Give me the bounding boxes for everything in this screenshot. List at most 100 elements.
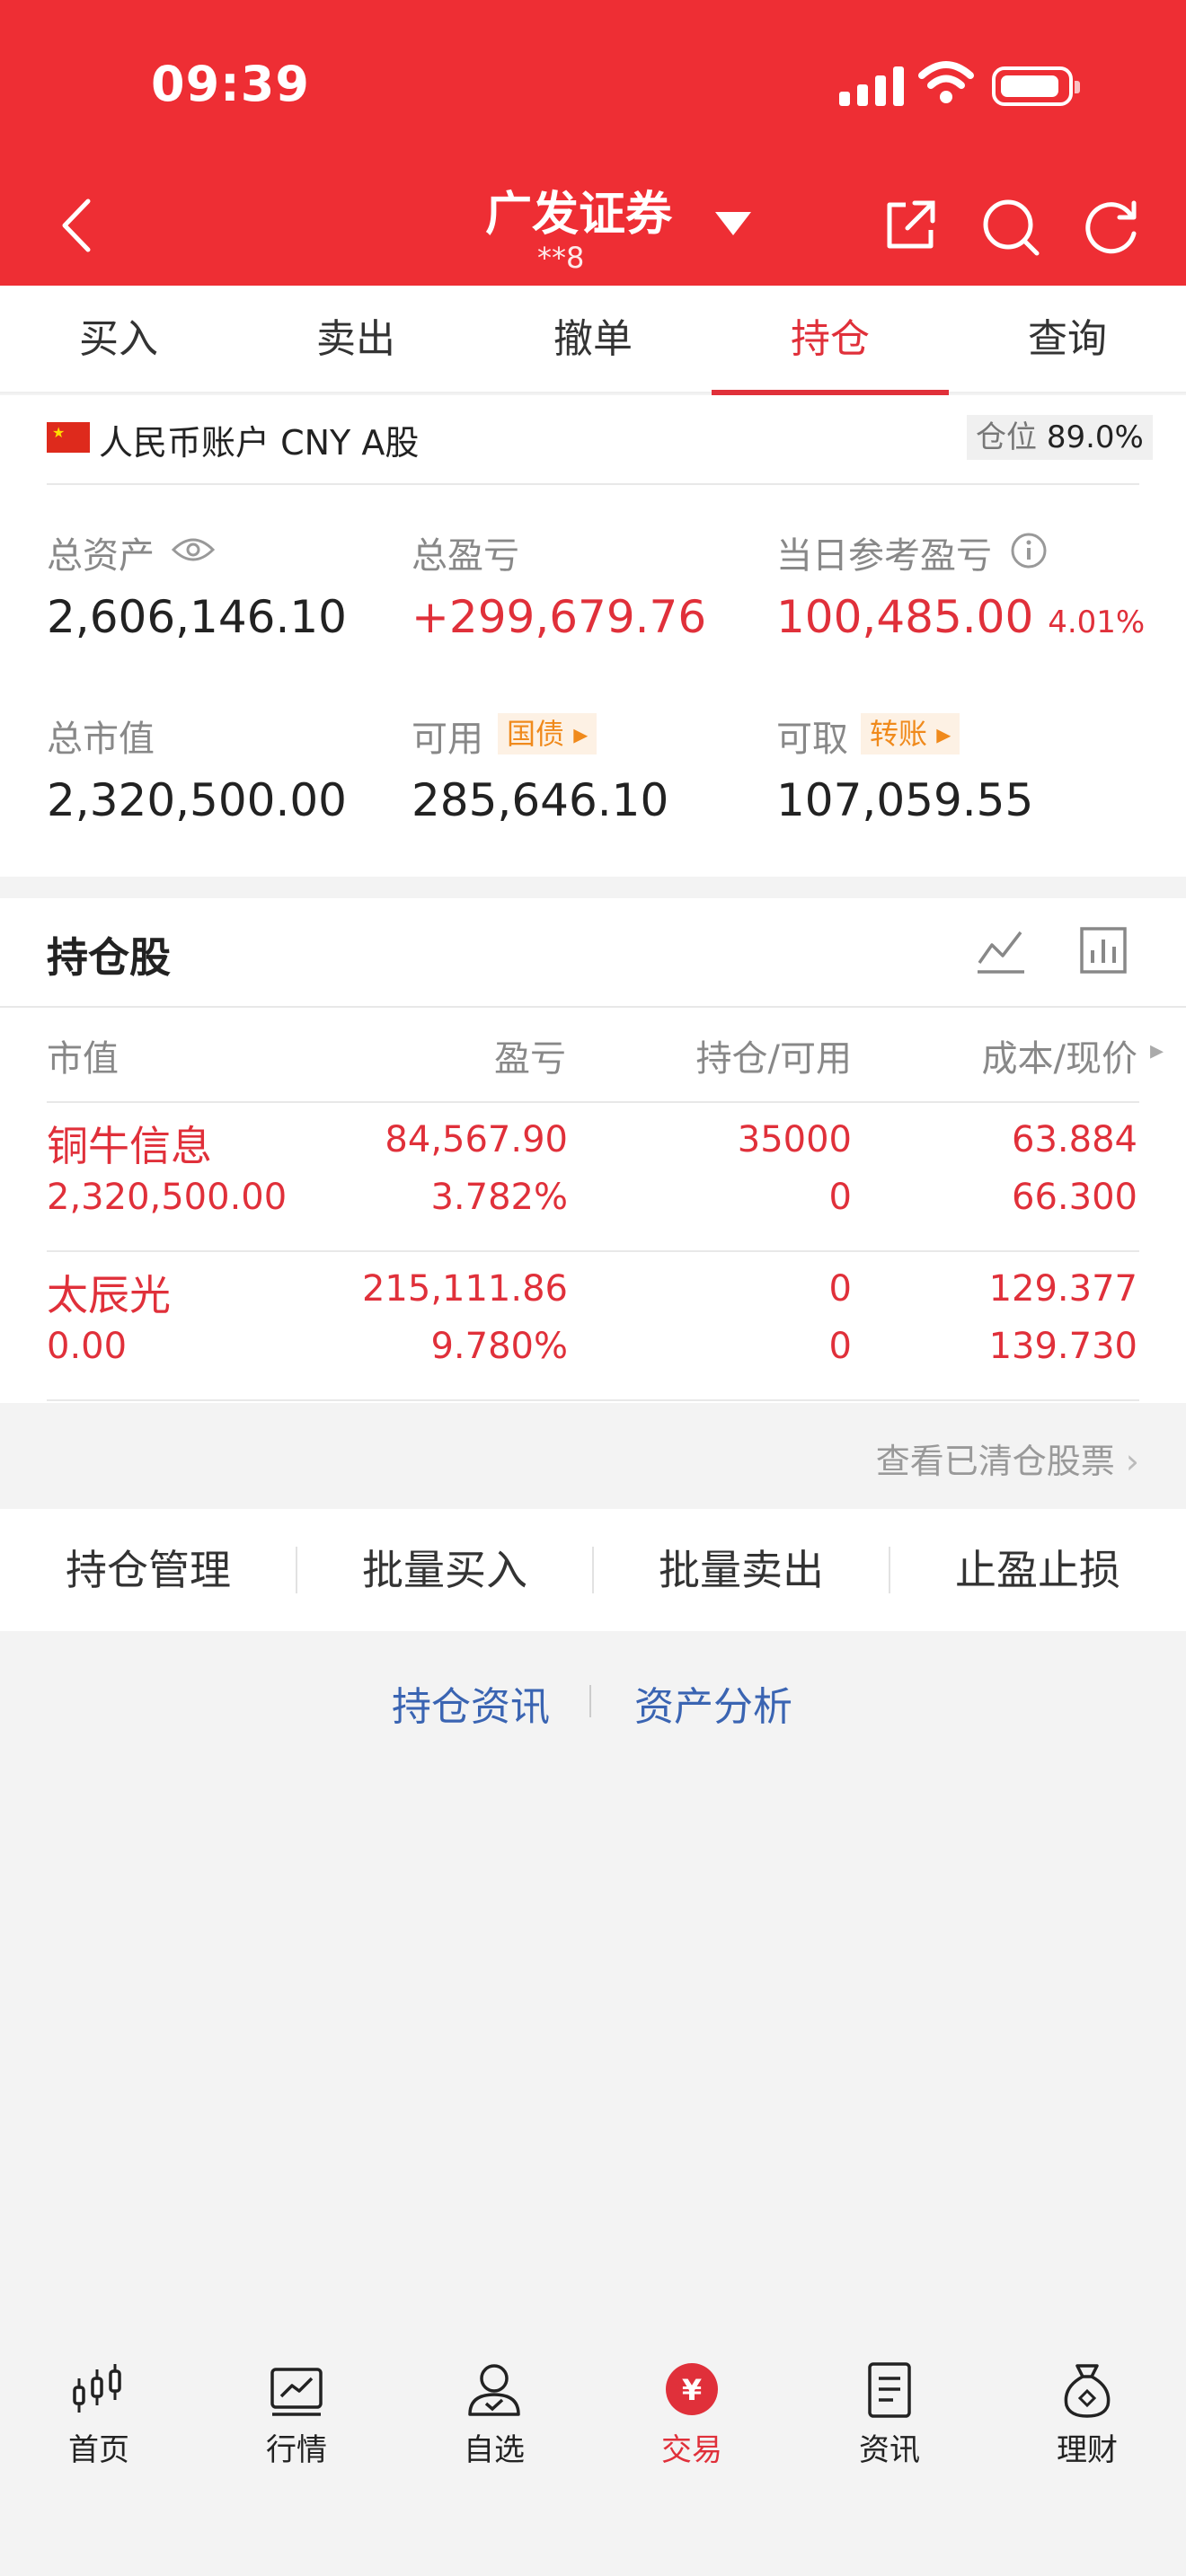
trade-tabs: 买入 卖出 撤单 持仓 查询 xyxy=(0,286,1186,395)
account-number: **8 xyxy=(537,241,585,275)
account-label[interactable]: 人民币账户 CNY A股 xyxy=(99,415,419,464)
position-ratio-badge: 仓位 89.0% xyxy=(967,415,1153,460)
tab-query[interactable]: 查询 xyxy=(949,286,1186,393)
eye-icon[interactable] xyxy=(171,535,216,564)
stock-available: 0 xyxy=(828,1177,852,1218)
yuan-coin-icon: ¥ xyxy=(666,2363,718,2415)
nav-wealth[interactable]: 理财 xyxy=(988,2360,1186,2469)
position-ratio-label: 仓位 xyxy=(976,419,1037,455)
stock-price: 139.730 xyxy=(988,1326,1137,1367)
candlestick-icon xyxy=(73,2364,121,2413)
market-value-value: 2,320,500.00 xyxy=(47,774,347,826)
nav-market[interactable]: 行情 xyxy=(198,2360,395,2469)
stock-cost: 129.377 xyxy=(988,1268,1137,1310)
batch-buy-button[interactable]: 批量买入 xyxy=(296,1509,593,1631)
triangle-right-icon[interactable]: ▸ xyxy=(1150,1035,1164,1066)
total-assets-label: 总资产 xyxy=(47,535,155,577)
asset-analysis-link[interactable]: 资产分析 xyxy=(634,1674,792,1732)
search-icon[interactable] xyxy=(981,198,1040,257)
available-label: 可用 xyxy=(412,719,483,760)
column-header-cost-price[interactable]: 成本/现价 xyxy=(863,1029,1137,1081)
tab-positions-label: 持仓 xyxy=(791,316,870,362)
stock-market-value: 2,320,500.00 xyxy=(47,1177,288,1218)
document-icon xyxy=(868,2362,911,2418)
divider xyxy=(0,1006,1186,1008)
divider xyxy=(47,1101,1139,1103)
nav-news[interactable]: 资讯 xyxy=(791,2360,988,2469)
transfer-tag[interactable]: 转账 ▸ xyxy=(861,713,960,754)
treasury-bond-tag[interactable]: 国债 ▸ xyxy=(498,713,597,754)
view-cleared-stocks-link[interactable]: 查看已清仓股票 › xyxy=(876,1434,1139,1483)
divider xyxy=(589,1685,591,1717)
svg-text:¥: ¥ xyxy=(682,2373,702,2407)
daily-pnl-amount: 100,485.00 xyxy=(776,591,1034,643)
share-icon[interactable] xyxy=(882,198,938,253)
status-time: 09:39 xyxy=(151,56,310,112)
stock-pnl-percent: 3.782% xyxy=(430,1177,568,1218)
china-flag-icon: ★ xyxy=(47,422,90,453)
position-ratio-value: 89.0% xyxy=(1046,419,1144,455)
tab-cancel-order[interactable]: 撤单 xyxy=(474,286,712,393)
total-assets-value: 2,606,146.10 xyxy=(47,591,347,643)
column-header-position: 持仓/可用 xyxy=(695,1038,852,1080)
withdrawable-value: 107,059.55 xyxy=(776,774,1034,826)
tab-sell[interactable]: 卖出 xyxy=(237,286,474,393)
column-header-pnl: 盈亏 xyxy=(494,1038,566,1080)
nav-home-label: 首页 xyxy=(68,2432,129,2468)
user-check-icon xyxy=(468,2364,520,2416)
stock-cost: 63.884 xyxy=(1012,1119,1137,1160)
stock-market-value: 0.00 xyxy=(47,1326,128,1367)
refresh-icon[interactable] xyxy=(1084,198,1141,255)
column-header-market-value: 市值 xyxy=(47,1038,119,1080)
account-dropdown-icon[interactable] xyxy=(715,212,751,235)
transfer-tag-label: 转账 xyxy=(870,717,928,751)
treasury-bond-tag-label: 国债 xyxy=(507,717,565,751)
tab-buy[interactable]: 买入 xyxy=(0,286,237,393)
money-bag-icon xyxy=(1064,2364,1111,2418)
nav-wealth-label: 理财 xyxy=(1057,2432,1118,2468)
stock-pnl-percent: 9.780% xyxy=(430,1326,568,1367)
stock-price: 66.300 xyxy=(1012,1177,1137,1218)
nav-trade-label: 交易 xyxy=(661,2432,722,2468)
position-management-button[interactable]: 持仓管理 xyxy=(0,1509,296,1631)
withdrawable-label: 可取 xyxy=(776,719,848,760)
daily-pnl-label: 当日参考盈亏 xyxy=(776,535,992,577)
triangle-right-icon: ▸ xyxy=(936,717,951,751)
stock-name: 太辰光 xyxy=(47,1271,171,1319)
line-chart-icon[interactable] xyxy=(976,925,1026,975)
nav-trade[interactable]: ¥ 交易 xyxy=(593,2360,791,2469)
chevron-right-icon: › xyxy=(1125,1442,1139,1481)
info-icon[interactable] xyxy=(1010,532,1048,569)
chart-icon xyxy=(270,2368,323,2416)
bar-chart-icon[interactable] xyxy=(1078,925,1128,975)
holdings-news-link[interactable]: 持仓资讯 xyxy=(392,1674,550,1732)
stock-position: 0 xyxy=(828,1268,852,1310)
divider xyxy=(47,1250,1139,1252)
batch-sell-button[interactable]: 批量卖出 xyxy=(593,1509,890,1631)
daily-pnl-percent: 4.01% xyxy=(1048,604,1146,640)
total-pnl-value: +299,679.76 xyxy=(412,591,707,643)
nav-home[interactable]: 首页 xyxy=(0,2360,198,2469)
stock-name: 铜牛信息 xyxy=(47,1122,212,1170)
nav-market-label: 行情 xyxy=(266,2432,327,2468)
divider xyxy=(47,483,1139,485)
market-value-label: 总市值 xyxy=(47,719,155,760)
stock-pnl: 84,567.90 xyxy=(385,1119,568,1160)
wifi-icon xyxy=(918,61,974,103)
holdings-title: 持仓股 xyxy=(47,933,171,982)
battery-icon xyxy=(992,66,1080,106)
stock-position: 35000 xyxy=(737,1119,852,1160)
signal-icon xyxy=(839,66,904,106)
divider xyxy=(47,1399,1139,1401)
stock-pnl: 215,111.86 xyxy=(361,1268,568,1310)
total-pnl-label: 总盈亏 xyxy=(412,535,519,577)
broker-title[interactable]: 广发证券 xyxy=(485,176,672,243)
daily-pnl-value: 100,485.00 4.01% xyxy=(776,591,1145,643)
take-profit-stop-loss-button[interactable]: 止盈止损 xyxy=(890,1509,1186,1631)
nav-watchlist[interactable]: 自选 xyxy=(395,2360,593,2469)
view-cleared-stocks-label: 查看已清仓股票 xyxy=(875,1442,1115,1481)
back-icon[interactable] xyxy=(59,198,95,253)
tab-positions[interactable]: 持仓 xyxy=(712,286,949,395)
nav-news-label: 资讯 xyxy=(859,2432,920,2468)
nav-watchlist-label: 自选 xyxy=(464,2432,525,2468)
